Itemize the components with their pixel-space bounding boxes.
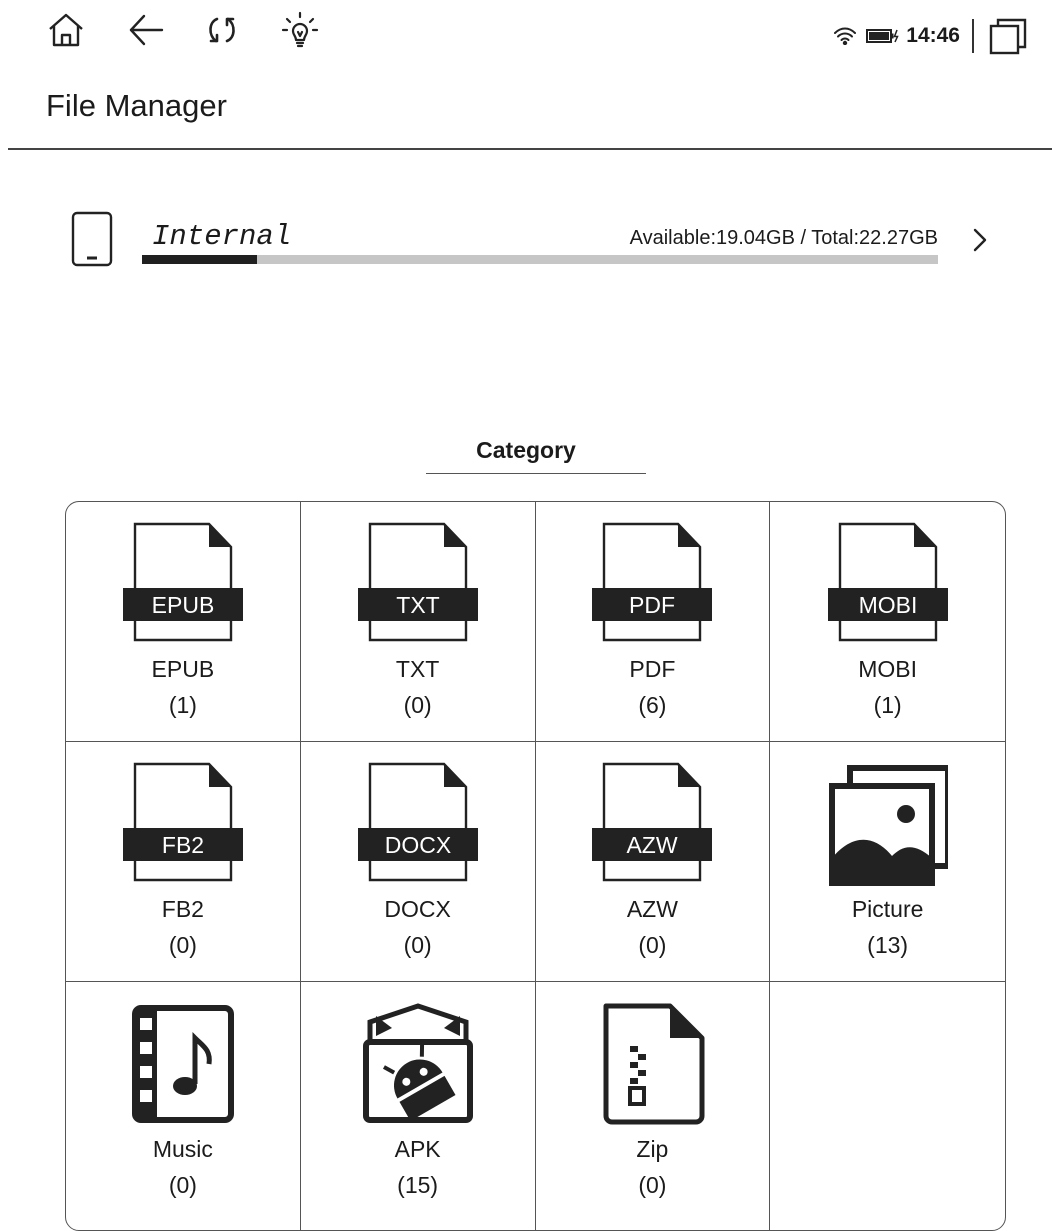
azw-file-icon: AZW — [592, 762, 713, 886]
category-count: (0) — [168, 932, 197, 958]
multitask-icon[interactable] — [988, 17, 1028, 55]
category-label: AZW — [626, 896, 678, 922]
file-badge: EPUB — [152, 592, 215, 618]
category-heading: Category — [476, 437, 576, 463]
chevron-right-icon[interactable] — [965, 225, 995, 255]
category-apk[interactable]: APK (15) — [301, 982, 536, 1230]
music-icon — [123, 1002, 243, 1126]
mobi-file-icon: MOBI — [827, 522, 948, 646]
file-badge: AZW — [627, 832, 678, 858]
category-count: (13) — [867, 932, 909, 958]
frontlight-icon[interactable] — [278, 8, 322, 52]
category-count: (6) — [638, 692, 667, 718]
tablet-icon[interactable] — [70, 210, 114, 273]
title-divider — [8, 148, 1052, 150]
file-badge: PDF — [629, 592, 675, 618]
category-label: Zip — [636, 1136, 669, 1162]
category-zip[interactable]: Zip (0) — [536, 982, 771, 1230]
battery-charging-icon — [866, 28, 900, 44]
epub-file-icon: EPUB — [122, 522, 243, 646]
category-label: Music — [152, 1136, 213, 1162]
file-badge: DOCX — [384, 832, 450, 858]
category-count: (0) — [403, 692, 432, 718]
refresh-icon[interactable] — [200, 8, 244, 52]
category-txt[interactable]: TXT TXT (0) — [300, 502, 536, 742]
category-count: (1) — [168, 692, 197, 718]
clock: 14:46 — [906, 24, 960, 47]
category-azw[interactable]: AZW AZW (0) — [535, 742, 771, 982]
category-label: MOBI — [858, 656, 918, 682]
file-badge: MOBI — [858, 592, 917, 618]
category-grid: EPUB EPUB (1) TXT TXT (0) PDF PDF (6) MO… — [65, 501, 1006, 1231]
file-badge: TXT — [396, 592, 439, 618]
apk-icon — [358, 1002, 478, 1126]
category-count: (0) — [403, 932, 432, 958]
category-pdf[interactable]: PDF PDF (6) — [535, 502, 771, 742]
category-label: Picture — [851, 896, 924, 922]
category-music[interactable]: Music (0) — [66, 982, 301, 1230]
status-right: 14:46 — [834, 16, 1028, 56]
category-label: FB2 — [161, 896, 204, 922]
fb2-file-icon: FB2 — [122, 762, 243, 886]
docx-file-icon: DOCX — [357, 762, 478, 886]
file-badge: FB2 — [162, 832, 204, 858]
storage-info: Available:19.04GB / Total:22.27GB — [629, 227, 938, 249]
zip-icon — [592, 1002, 712, 1126]
category-mobi[interactable]: MOBI MOBI (1) — [770, 502, 1005, 742]
storage-usage-fill — [142, 255, 258, 264]
category-count: (0) — [168, 1172, 197, 1198]
txt-file-icon: TXT — [357, 522, 478, 646]
category-picture[interactable]: Picture (13) — [770, 742, 1005, 982]
picture-icon — [828, 762, 951, 887]
category-underline — [426, 473, 646, 474]
pdf-file-icon: PDF — [592, 522, 713, 646]
category-count: (15) — [397, 1172, 439, 1198]
category-count: (0) — [638, 932, 667, 958]
category-label: DOCX — [384, 896, 451, 922]
storage-name[interactable]: Internal — [152, 220, 291, 253]
category-count: (0) — [638, 1172, 667, 1198]
storage-usage-bar — [142, 255, 938, 264]
home-icon[interactable] — [44, 8, 88, 52]
category-label: TXT — [395, 656, 440, 682]
category-count: (1) — [873, 692, 902, 718]
page-title: File Manager — [46, 88, 227, 123]
wifi-icon — [834, 27, 857, 45]
category-epub[interactable]: EPUB EPUB (1) — [66, 502, 301, 742]
category-docx[interactable]: DOCX DOCX (0) — [300, 742, 536, 982]
category-empty-cell — [770, 982, 1005, 1230]
status-divider — [972, 19, 974, 53]
back-icon[interactable] — [124, 8, 168, 52]
category-label: APK — [394, 1136, 441, 1162]
category-label: EPUB — [151, 656, 215, 682]
category-label: PDF — [629, 656, 676, 682]
category-fb2[interactable]: FB2 FB2 (0) — [66, 742, 301, 982]
